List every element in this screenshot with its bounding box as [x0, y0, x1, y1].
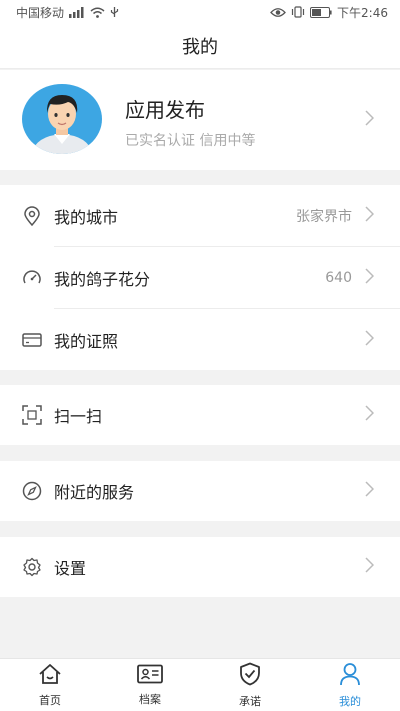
scan-icon	[22, 405, 42, 425]
chevron-right-icon	[365, 481, 375, 501]
menu-label-settings: 设置	[54, 559, 87, 578]
menu-value-city: 张家界市	[296, 209, 352, 225]
chevron-right-icon	[365, 268, 375, 288]
tab-bar: 首页 档案 承诺 我的	[0, 658, 400, 711]
tab-label: 我的	[339, 694, 361, 708]
profile-status: 已实名认证 信用中等	[125, 133, 256, 149]
menu-label-city: 我的城市	[54, 208, 119, 227]
profile-name: 应用发布	[125, 98, 205, 122]
clock-text: 下午2:46	[337, 5, 388, 20]
chevron-right-icon	[365, 329, 375, 350]
carrier-text: 中国移动	[16, 5, 65, 20]
menu-item-city[interactable]: 我的城市 张家界市	[0, 185, 400, 247]
menu-value-score: 640	[325, 270, 352, 286]
tab-archive[interactable]: 档案	[100, 659, 200, 711]
chevron-right-icon	[365, 557, 375, 577]
nav-bar: 我的	[0, 24, 400, 69]
person-icon	[339, 662, 361, 690]
menu-label-license: 我的证照	[54, 331, 119, 351]
wifi-icon	[90, 7, 105, 18]
tab-mine[interactable]: 我的	[300, 659, 400, 711]
menu-label-scan: 扫一扫	[54, 407, 103, 426]
shield-check-icon	[239, 662, 261, 690]
menu-item-license[interactable]: 我的证照	[0, 309, 400, 370]
tab-promise[interactable]: 承诺	[200, 659, 300, 711]
tab-label: 首页	[39, 693, 61, 707]
compass-icon	[22, 481, 42, 501]
tab-home[interactable]: 首页	[0, 659, 100, 711]
eye-icon	[270, 7, 286, 18]
menu-item-settings[interactable]: 设置	[0, 537, 400, 597]
menu-item-nearby[interactable]: 附近的服务	[0, 461, 400, 521]
chevron-right-icon	[365, 405, 375, 425]
tab-label: 档案	[139, 692, 161, 706]
tab-label: 承诺	[239, 694, 261, 708]
id-card-icon	[137, 664, 163, 688]
status-bar: 中国移动 下午2:46	[0, 0, 400, 24]
avatar[interactable]	[22, 84, 102, 154]
location-pin-icon	[22, 206, 42, 226]
battery-icon	[310, 6, 332, 18]
usb-icon	[110, 6, 119, 18]
menu-label-nearby: 附近的服务	[54, 483, 135, 502]
home-icon	[38, 663, 62, 689]
vibrate-icon	[291, 6, 305, 18]
menu-item-scan[interactable]: 扫一扫	[0, 385, 400, 445]
profile-card[interactable]: 应用发布 已实名认证 信用中等	[0, 70, 400, 170]
card-icon	[22, 330, 42, 350]
gauge-icon	[22, 268, 42, 288]
chevron-right-icon	[365, 206, 375, 226]
menu-label-score: 我的鸽子花分	[54, 270, 151, 289]
page-title: 我的	[182, 37, 218, 58]
menu-item-score[interactable]: 我的鸽子花分 640	[0, 247, 400, 309]
gear-icon	[22, 557, 42, 577]
chevron-right-icon	[365, 110, 375, 130]
signal-icon	[69, 6, 85, 18]
